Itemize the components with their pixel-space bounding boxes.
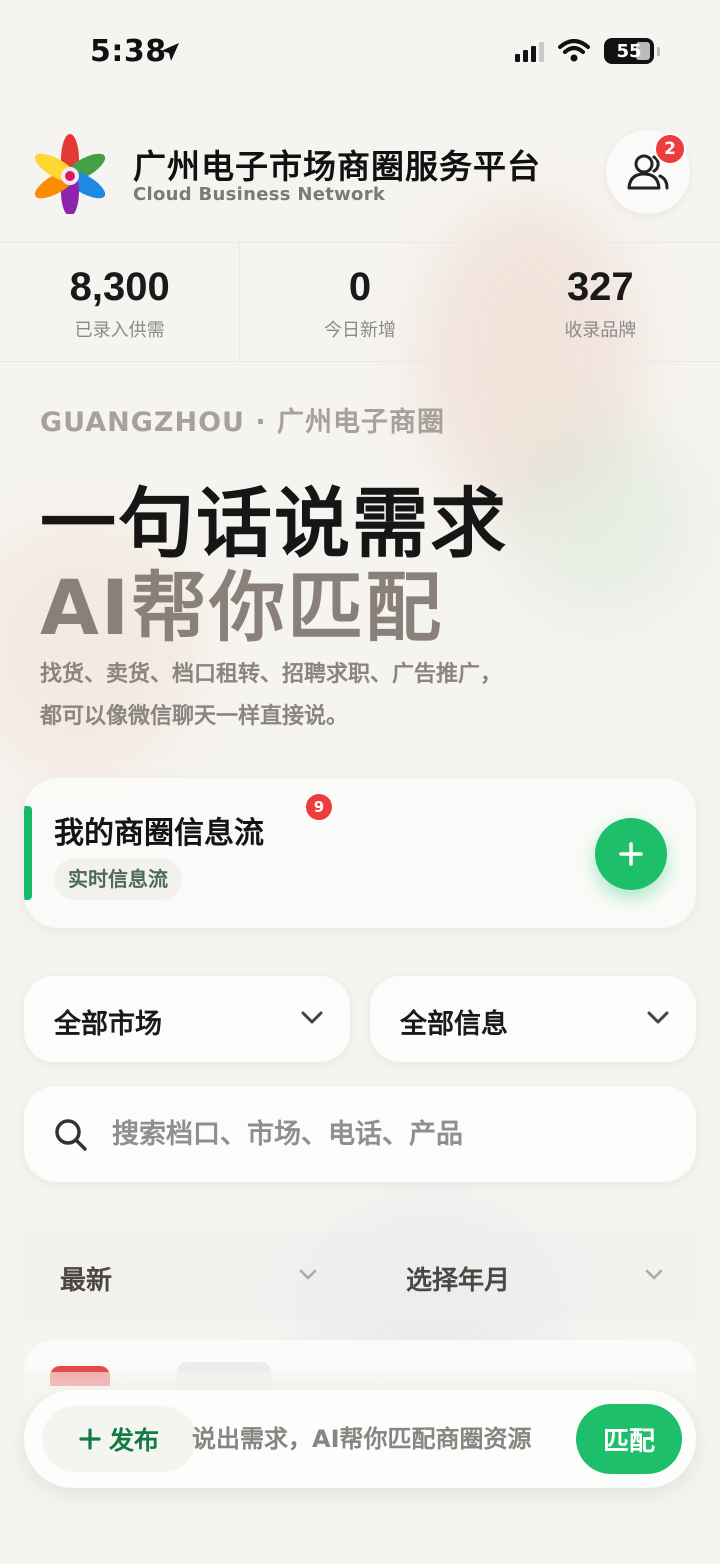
info-type-select[interactable]: 全部信息 (370, 976, 696, 1062)
stat-value: 327 (566, 265, 634, 309)
stat-value: 8,300 (69, 265, 170, 309)
feed-tag: 实时信息流 (54, 858, 182, 900)
search-input[interactable] (112, 1108, 672, 1160)
battery-icon: 55 (604, 38, 660, 64)
date-select[interactable]: 选择年月 (406, 1260, 510, 1297)
app-header: 广州电子市场商圈服务平台 Cloud Business Network (0, 128, 720, 228)
ai-prompt-bar: 发布 匹配 (24, 1390, 696, 1488)
feed-title: 我的商圈信息流 (54, 816, 264, 851)
stat-brands: 327 收录品牌 (481, 243, 720, 361)
stats-bar: 8,300 已录入供需 0 今日新增 327 收录品牌 (0, 242, 720, 362)
publish-button-label: 发布 (108, 1426, 159, 1455)
market-select[interactable]: 全部市场 (24, 976, 350, 1062)
stat-value: 0 (348, 265, 372, 309)
battery-level: 55 (616, 40, 642, 62)
chevron-down-icon (647, 1011, 669, 1024)
user-notification-badge: 2 (654, 133, 686, 165)
chevron-down-icon[interactable] (298, 1268, 318, 1282)
filter-row: 最新 选择年月 (24, 1232, 696, 1320)
hero-kicker: GUANGZHOU · 广州电子商圈 (40, 407, 446, 438)
hero-description: 找货、卖货、档口租转、招聘求职、广告推广， 都可以像微信聊天一样直接说。 (40, 654, 502, 738)
chevron-down-icon (301, 1011, 323, 1024)
publish-button[interactable]: 发布 (42, 1406, 196, 1472)
hero-description-line: 找货、卖货、档口租转、招聘求职、广告推广， (40, 662, 503, 687)
match-button[interactable]: 匹配 (576, 1404, 682, 1474)
info-type-select-label: 全部信息 (400, 1009, 508, 1040)
add-feed-button[interactable] (595, 818, 667, 890)
hero-description-line: 都可以像微信聊天一样直接说。 (40, 704, 349, 729)
hero-subheadline: AI帮你匹配 (40, 563, 444, 652)
stat-label: 收录品牌 (564, 320, 637, 341)
stat-label: 已录入供需 (74, 320, 165, 341)
search-bar[interactable] (24, 1086, 696, 1182)
wifi-icon (558, 39, 590, 62)
location-arrow-icon (161, 43, 179, 61)
plus-icon (79, 1428, 101, 1450)
signal-icon (515, 40, 544, 62)
feed-notification-badge: 9 (304, 792, 334, 822)
feed-accent-bar (24, 806, 32, 900)
app-title: 广州电子市场商圈服务平台 (133, 147, 541, 186)
stat-today-new: 0 今日新增 (240, 243, 481, 361)
status-time: 5:38 (90, 34, 167, 69)
market-select-label: 全部市场 (54, 1009, 162, 1040)
ai-prompt-input[interactable] (192, 1414, 572, 1464)
status-bar: 5:38 55 (0, 0, 720, 100)
app-logo (34, 134, 106, 214)
stat-supply-demand: 8,300 已录入供需 (0, 243, 241, 361)
stat-label: 今日新增 (323, 320, 396, 341)
app-subtitle: Cloud Business Network (133, 184, 386, 205)
chevron-down-icon[interactable] (644, 1268, 664, 1282)
plus-icon (619, 842, 643, 866)
sort-select[interactable]: 最新 (60, 1260, 112, 1297)
search-icon (55, 1119, 87, 1151)
